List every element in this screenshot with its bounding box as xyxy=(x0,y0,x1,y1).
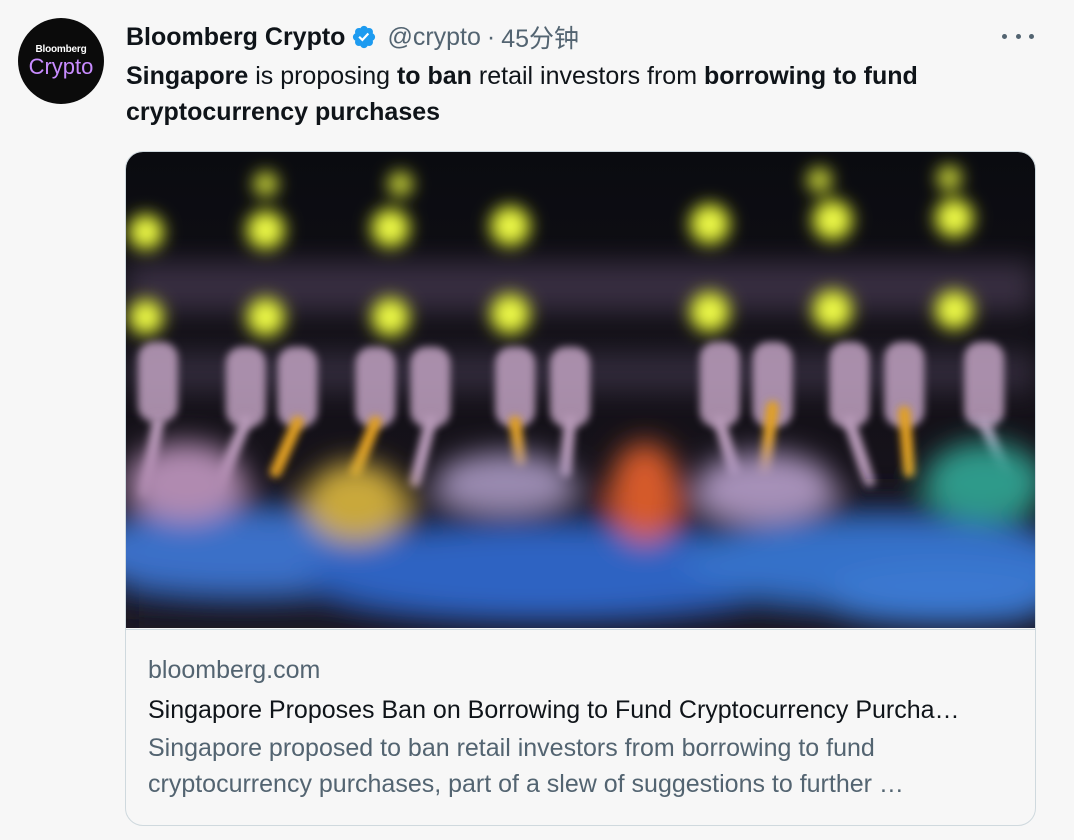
more-dot xyxy=(1029,33,1034,39)
verified-badge-icon xyxy=(353,25,376,49)
avatar-sub-text: Crypto xyxy=(28,53,94,79)
tweet-text-bold: Singapore xyxy=(126,62,249,90)
more-dot xyxy=(1002,33,1007,39)
more-options-icon[interactable] xyxy=(1002,24,1034,48)
tweet-header: Bloomberg Crypto @crypto · 45分钟 xyxy=(126,20,579,54)
tweet-text: Singapore is proposing to ban retail inv… xyxy=(126,58,1026,130)
avatar[interactable]: Bloomberg Crypto xyxy=(18,18,104,104)
avatar-brand-text: Bloomberg xyxy=(35,43,87,55)
card-image[interactable] xyxy=(126,152,1035,628)
tweet-timestamp[interactable]: 45分钟 xyxy=(501,19,579,55)
more-dot xyxy=(1015,33,1021,39)
card-description: Singapore proposed to ban retail investo… xyxy=(148,734,904,798)
tweet-text-plain: is proposing xyxy=(248,62,397,90)
header-separator: · xyxy=(486,22,496,51)
card-title: Singapore Proposes Ban on Borrowing to F… xyxy=(148,696,960,724)
tweet-text-plain: retail investors from xyxy=(471,62,704,90)
link-card[interactable]: bloomberg.com Singapore Proposes Ban on … xyxy=(125,151,1036,826)
tweet-text-bold: to ban xyxy=(396,62,472,90)
card-domain: bloomberg.com xyxy=(148,656,321,684)
account-handle[interactable]: @crypto xyxy=(387,23,480,52)
account-name[interactable]: Bloomberg Crypto xyxy=(126,23,345,52)
card-body[interactable]: bloomberg.com Singapore Proposes Ban on … xyxy=(126,629,1035,825)
